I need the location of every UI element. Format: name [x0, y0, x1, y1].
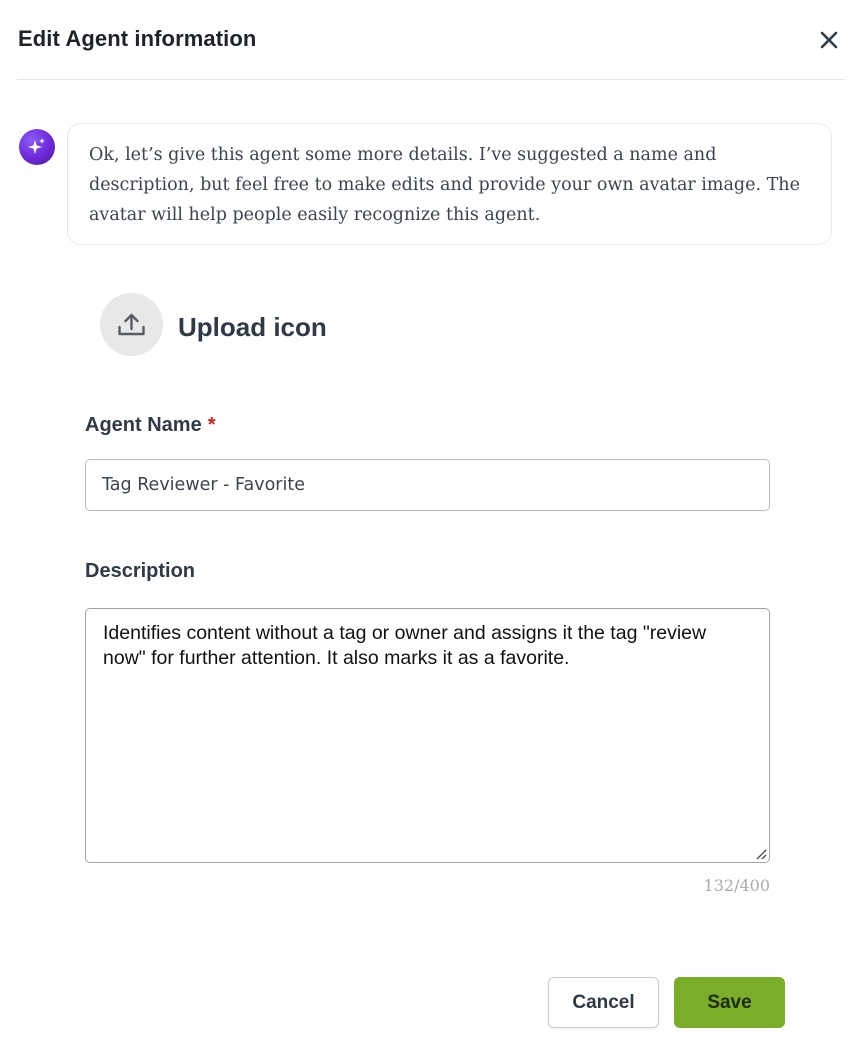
- cancel-button[interactable]: Cancel: [548, 977, 659, 1028]
- save-button[interactable]: Save: [674, 977, 785, 1028]
- assistant-avatar: [19, 129, 55, 165]
- assistant-message: Ok, let’s give this agent some more deta…: [67, 123, 832, 245]
- description-textarea[interactable]: Identifies content without a tag or owne…: [85, 608, 770, 863]
- required-marker: *: [207, 414, 216, 436]
- upload-icon-button[interactable]: [100, 293, 163, 356]
- close-button[interactable]: [817, 28, 841, 52]
- resize-handle-icon[interactable]: [755, 848, 767, 860]
- upload-icon-label[interactable]: Upload icon: [178, 312, 327, 343]
- description-label: Description: [85, 560, 196, 582]
- sparkle-icon: [28, 138, 45, 154]
- agent-name-input[interactable]: Tag Reviewer - Favorite: [85, 459, 770, 511]
- agent-name-label: Agent Name *: [85, 414, 216, 437]
- close-icon: [820, 31, 838, 49]
- dialog-header: Edit Agent information: [17, 0, 845, 80]
- edit-agent-dialog: Edit Agent information Ok, let’s give th…: [0, 0, 854, 1048]
- agent-name-label-text: Agent Name: [85, 414, 202, 436]
- character-counter: 132/400: [703, 876, 770, 895]
- description-text: Identifies content without a tag or owne…: [103, 622, 712, 669]
- upload-icon: [118, 313, 145, 336]
- dialog-title: Edit Agent information: [18, 26, 257, 51]
